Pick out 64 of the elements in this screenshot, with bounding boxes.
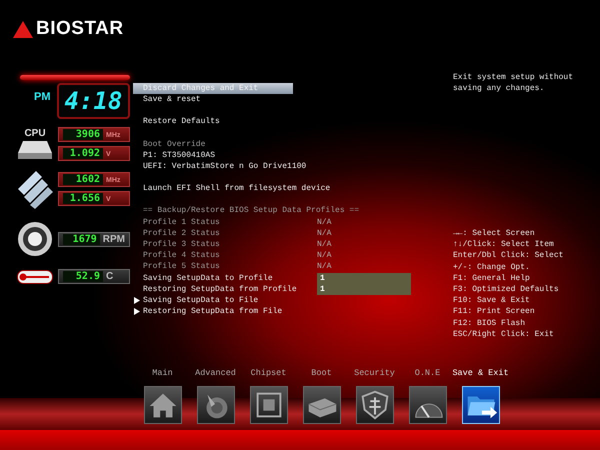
reading-value: 3906 <box>63 129 103 140</box>
menu-item[interactable]: Save & reset <box>133 94 201 106</box>
tab-icon <box>356 386 394 424</box>
tab-icon <box>302 386 340 424</box>
menu-item[interactable]: UEFI: VerbatimStore n Go Drive1100 <box>133 160 306 172</box>
reading-value: 1.656 <box>63 193 103 204</box>
field-label: Saving SetupData to Profile <box>143 274 274 283</box>
menu-tab[interactable]: Boot <box>295 368 348 424</box>
value-field[interactable]: 1 <box>317 284 411 295</box>
tab-icon <box>462 386 500 424</box>
help-description: Exit system setup without saving any changes. <box>453 72 574 94</box>
status-label: Profile 3 Status <box>143 240 221 249</box>
menu-tab[interactable]: Main <box>136 368 189 424</box>
menu-tab[interactable]: Security <box>348 368 401 424</box>
reading-value: 52.9 <box>63 271 103 282</box>
status-label: Profile 4 Status <box>143 251 221 260</box>
submenu-item[interactable]: Saving SetupData to File <box>143 296 258 305</box>
reading-value: 1.092 <box>63 148 103 159</box>
value-field[interactable]: 1 <box>317 272 411 284</box>
menu-item[interactable]: Launch EFI Shell from filesystem device <box>133 183 330 194</box>
key-hint: ESC/Right Click: Exit <box>453 328 555 340</box>
menu-tab[interactable]: Chipset <box>242 368 295 424</box>
field-label: Restoring SetupData from Profile <box>143 284 298 294</box>
reading-value: 1679 <box>63 234 100 244</box>
logo-text: BIOSTAR <box>36 18 124 40</box>
menu-item[interactable]: Restore Defaults <box>133 116 220 128</box>
key-hint: F3: Optimized Defaults <box>453 284 560 296</box>
key-hint: F12: BIOS Flash <box>453 318 526 329</box>
submenu-item[interactable]: Restoring SetupData from File <box>143 307 282 316</box>
reading-unit: RPM <box>102 234 125 244</box>
section-heading: Boot Override <box>143 140 206 149</box>
status-value: N/A <box>317 218 332 227</box>
tab-icon <box>196 386 234 424</box>
tab-icon <box>408 386 446 424</box>
cpu-chip-icon <box>17 138 53 160</box>
key-hint: ↑↓/Click: Select Item <box>453 239 555 250</box>
status-label: Profile 2 Status <box>143 228 221 238</box>
memory-modules-icon <box>16 169 54 209</box>
key-hint: F1: General Help <box>453 272 531 284</box>
status-value: N/A <box>317 240 332 249</box>
clock-display: 4:18 <box>56 83 130 119</box>
key-hint: →←: Select Screen <box>453 228 536 240</box>
clock-period: PM <box>34 91 50 103</box>
reading-unit: C <box>106 271 114 282</box>
section-heading: == Backup/Restore BIOS Setup Data Profiles == <box>143 206 360 216</box>
key-hint: Enter/Dbl Click: Select <box>453 250 564 262</box>
tab-icon <box>144 386 182 424</box>
sensor-label: CPU <box>24 128 46 138</box>
status-value: N/A <box>317 228 332 238</box>
tab-icon <box>250 386 288 424</box>
key-hint: +/-: Change Opt. <box>453 262 531 273</box>
menu-tab[interactable]: Save & Exit <box>454 368 507 424</box>
menu-tab[interactable]: O.N.E <box>401 368 454 424</box>
key-hint: F11: Print Screen <box>453 306 536 318</box>
thermometer-icon <box>17 270 53 284</box>
menu-item[interactable]: P1: ST3500410AS <box>133 150 216 161</box>
reading-value: 1602 <box>63 174 103 185</box>
status-label: Profile 1 Status <box>143 218 221 227</box>
menu-tab[interactable]: Advanced <box>189 368 242 424</box>
logo-triangle-icon <box>13 20 33 38</box>
status-label: Profile 5 Status <box>143 262 221 272</box>
status-value: N/A <box>317 262 332 272</box>
status-value: N/A <box>317 251 332 260</box>
key-hint: F10: Save & Exit <box>453 295 531 306</box>
